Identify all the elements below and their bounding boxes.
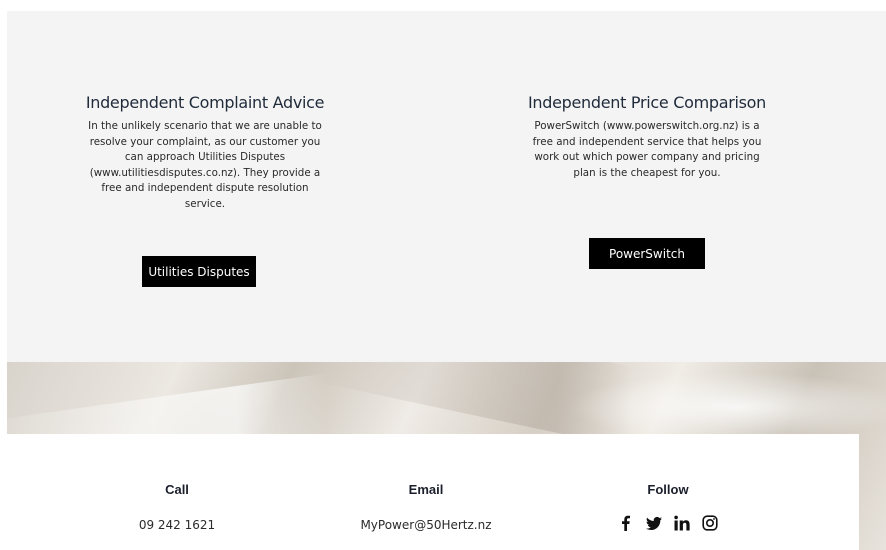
price-comparison-block: Independent Price Comparison PowerSwitch… <box>525 93 769 181</box>
email-column: Email MyPower@50Hertz.nz <box>326 482 526 532</box>
phone-number[interactable]: 09 242 1621 <box>77 518 277 532</box>
powerswitch-button[interactable]: PowerSwitch <box>589 238 705 269</box>
linkedin-icon[interactable] <box>674 515 690 531</box>
social-links <box>568 515 768 531</box>
email-heading: Email <box>408 482 444 497</box>
complaint-advice-title: Independent Complaint Advice <box>85 93 325 112</box>
email-link[interactable]: MyPower@50Hertz.nz <box>326 518 526 532</box>
twitter-icon[interactable] <box>646 515 662 531</box>
complaint-advice-block: Independent Complaint Advice In the unli… <box>83 93 327 213</box>
instagram-icon[interactable] <box>702 515 718 531</box>
call-heading: Call <box>165 482 189 497</box>
follow-column: Follow <box>568 482 768 531</box>
complaint-advice-text: In the unlikely scenario that we are una… <box>88 120 322 210</box>
facebook-icon[interactable] <box>618 515 634 531</box>
price-comparison-text: PowerSwitch (www.powerswitch.org.nz) is … <box>532 120 762 179</box>
price-comparison-title: Independent Price Comparison <box>527 93 766 112</box>
utilities-disputes-button[interactable]: Utilities Disputes <box>142 256 256 287</box>
call-column: Call 09 242 1621 <box>77 482 277 532</box>
follow-heading: Follow <box>647 482 689 497</box>
contact-panel: Call 09 242 1621 Email MyPower@50Hertz.n… <box>7 434 859 550</box>
